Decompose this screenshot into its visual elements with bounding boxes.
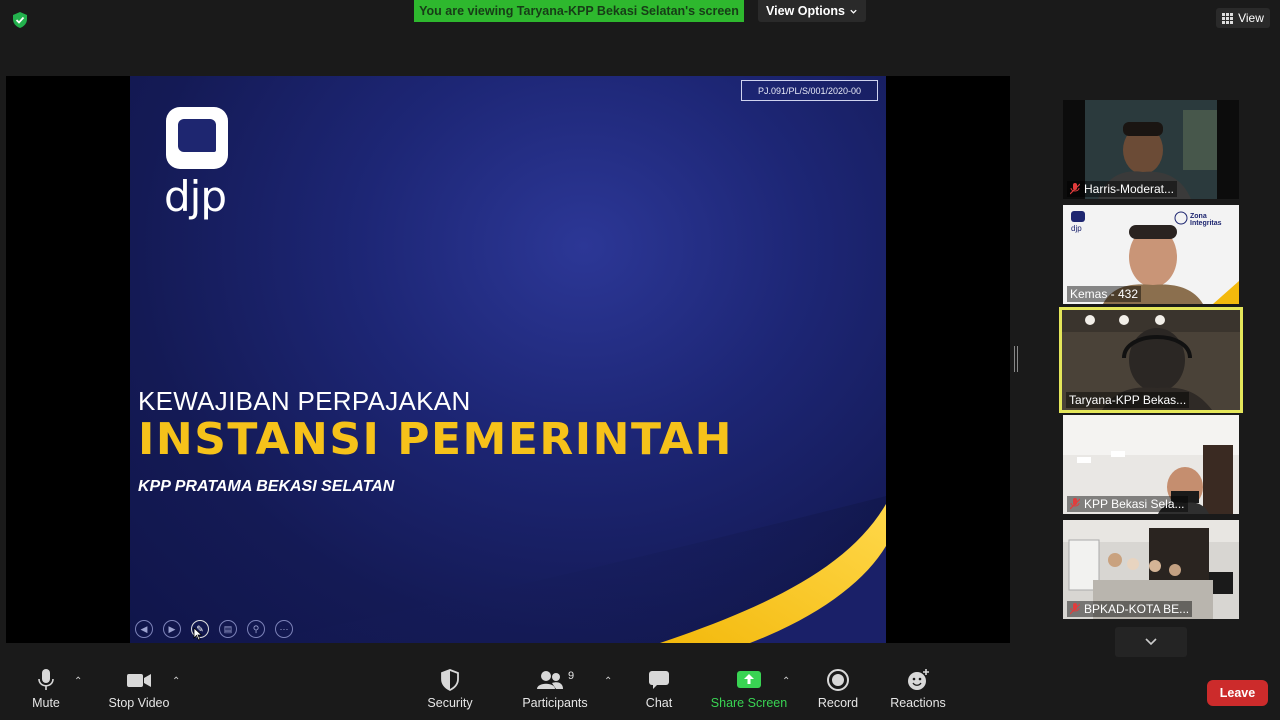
security-shield-icon <box>441 669 459 692</box>
view-options-label: View Options <box>766 4 845 18</box>
djp-logo-text: djp <box>164 172 227 221</box>
record-icon <box>827 669 849 691</box>
muted-mic-icon <box>1070 183 1080 195</box>
participant-video-tile[interactable]: BPKAD-KOTA BE... <box>1063 520 1239 619</box>
participant-video-tile[interactable]: KPP Bekasi Sela... <box>1063 415 1239 514</box>
slide-more-icon[interactable]: ⋯ <box>275 620 293 638</box>
participant-video-tile[interactable]: Harris-Moderat... <box>1063 100 1239 199</box>
participants-options-caret[interactable]: ⌃ <box>604 676 612 687</box>
participant-video-tile[interactable]: Taryana-KPP Bekas... <box>1062 310 1240 410</box>
svg-text:Integritas: Integritas <box>1190 220 1222 227</box>
audio-options-caret[interactable]: ⌃ <box>74 676 82 687</box>
participant-name-label: Kemas - 432 <box>1067 286 1142 302</box>
stop-video-button[interactable]: Stop Video <box>103 668 175 710</box>
security-button[interactable]: Security <box>425 668 475 710</box>
microphone-icon <box>38 669 54 690</box>
participant-video-tile[interactable]: djp Zona Integritas Kemas - 432 <box>1063 205 1239 304</box>
participant-name-label: Harris-Moderat... <box>1067 181 1178 197</box>
video-camera-icon <box>127 674 151 687</box>
slide-next-icon[interactable]: ▶ <box>163 620 181 638</box>
view-button[interactable]: View <box>1216 8 1270 28</box>
panel-splitter-handle[interactable] <box>1014 346 1018 372</box>
chat-bubble-icon <box>649 671 669 689</box>
view-options-button[interactable]: View Options <box>758 0 866 22</box>
slide-all-slides-icon[interactable]: ▤ <box>219 620 237 638</box>
gallery-scroll-down-button[interactable] <box>1115 627 1187 657</box>
meeting-toolbar <box>0 662 1280 720</box>
mute-button[interactable]: Mute <box>30 668 62 710</box>
mouse-cursor-icon <box>193 627 203 641</box>
muted-mic-icon <box>1070 603 1080 615</box>
participants-button[interactable]: 9 Participants <box>520 668 590 710</box>
view-label: View <box>1238 11 1264 25</box>
share-options-caret[interactable]: ⌃ <box>782 676 790 687</box>
slide-zoom-icon[interactable]: ⚲ <box>247 620 265 638</box>
security-shield-icon <box>13 12 27 28</box>
participants-count: 9 <box>567 670 575 682</box>
slide-document-code: PJ.091/PL/S/001/2020-00 <box>741 80 878 101</box>
share-screen-button[interactable]: Share Screen <box>710 668 788 710</box>
djp-logo-small: djp <box>1071 224 1082 233</box>
slide-title-line2: INSTANSI PEMERINTAH <box>138 414 733 465</box>
record-button[interactable]: Record <box>816 668 860 710</box>
reactions-button[interactable]: Reactions <box>889 668 947 710</box>
djp-logo-inner <box>178 119 216 152</box>
slide-previous-icon[interactable]: ◀ <box>135 620 153 638</box>
video-options-caret[interactable]: ⌃ <box>172 676 180 687</box>
slide-subtitle: KPP PRATAMA BEKASI SELATAN <box>138 478 395 495</box>
slide-title-line1: KEWAJIBAN PERPAJAKAN <box>138 386 471 416</box>
participant-name-label: KPP Bekasi Sela... <box>1067 496 1188 512</box>
svg-text:Zona: Zona <box>1190 213 1207 220</box>
chat-button[interactable]: Chat <box>643 668 675 710</box>
participant-name-label: BPKAD-KOTA BE... <box>1067 601 1193 617</box>
chevron-down-icon <box>850 9 857 14</box>
participant-name-label: Taryana-KPP Bekas... <box>1066 392 1190 408</box>
share-screen-icon <box>737 671 761 688</box>
leave-button[interactable]: Leave <box>1207 680 1268 706</box>
grid-icon <box>1222 12 1234 24</box>
viewing-screen-banner: You are viewing Taryana-KPP Bekasi Selat… <box>414 0 744 22</box>
muted-mic-icon <box>1070 498 1080 510</box>
chevron-down-icon <box>1145 638 1157 646</box>
emoji-plus-icon <box>908 669 929 690</box>
slide-gold-swoosh <box>250 496 886 643</box>
participants-icon <box>536 671 563 689</box>
